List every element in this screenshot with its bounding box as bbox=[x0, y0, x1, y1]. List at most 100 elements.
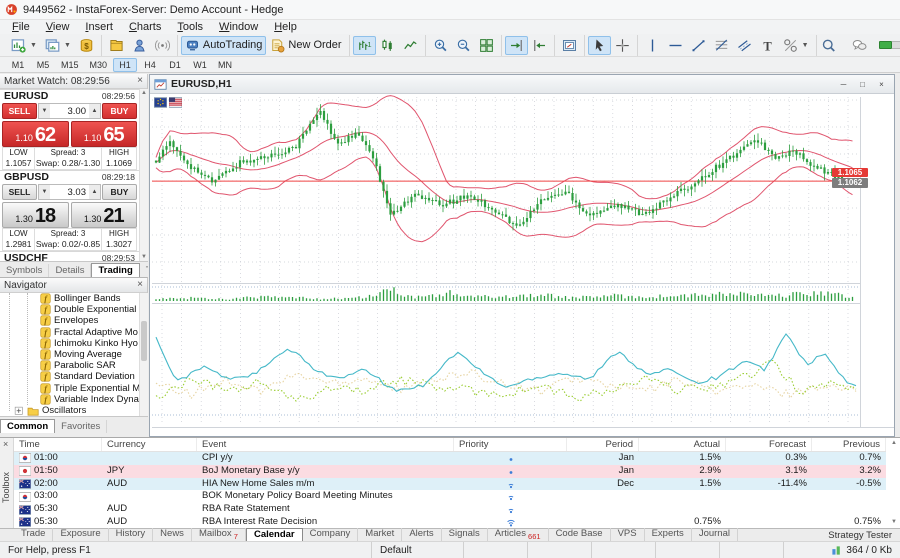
timeframe-m30[interactable]: M30 bbox=[85, 58, 113, 72]
navigator-item[interactable]: fTriple Exponential M bbox=[0, 383, 139, 394]
menu-item-window[interactable]: Window bbox=[211, 20, 266, 34]
scroll-up-icon[interactable]: ▲ bbox=[891, 440, 897, 446]
dropdown-caret-icon[interactable]: ▼ bbox=[64, 42, 71, 49]
menu-item-help[interactable]: Help bbox=[266, 20, 305, 34]
autoscroll-button[interactable] bbox=[505, 36, 528, 55]
menu-item-tools[interactable]: Tools bbox=[169, 20, 211, 34]
history-button[interactable]: $ bbox=[75, 36, 98, 55]
column-header-period[interactable]: Period bbox=[567, 438, 639, 451]
market-watch-tab-ticks[interactable]: Ticks bbox=[140, 264, 148, 277]
toolbox-tab-calendar[interactable]: Calendar bbox=[246, 528, 303, 541]
timeframe-w1[interactable]: W1 bbox=[188, 58, 212, 72]
volume-value[interactable]: 3.03 bbox=[50, 187, 89, 198]
hline-button[interactable] bbox=[664, 36, 687, 55]
stepper-down-icon[interactable]: ▼ bbox=[39, 104, 50, 118]
search-button[interactable] bbox=[817, 36, 840, 55]
navigator-item[interactable]: fBollinger Bands bbox=[0, 293, 139, 304]
table-row[interactable]: 01:00CPI y/yJan1.5%0.3%0.7% bbox=[14, 452, 886, 465]
buy-button[interactable]: BUY bbox=[102, 184, 137, 200]
menu-item-charts[interactable]: Charts bbox=[121, 20, 169, 34]
volume-value[interactable]: 3.00 bbox=[50, 106, 89, 117]
zoomout-button[interactable] bbox=[452, 36, 475, 55]
chat-button[interactable] bbox=[848, 36, 871, 55]
price-chart[interactable] bbox=[150, 94, 894, 436]
stepper-up-icon[interactable]: ▲ bbox=[89, 104, 100, 118]
calendar-scrollbar[interactable]: ▲ ▼ bbox=[888, 438, 900, 529]
close-icon[interactable]: × bbox=[3, 439, 8, 449]
timeframe-m5[interactable]: M5 bbox=[31, 58, 55, 72]
volume-stepper[interactable]: ▼3.03▲ bbox=[38, 184, 101, 200]
text-button[interactable]: T bbox=[756, 36, 779, 55]
sell-button[interactable]: SELL bbox=[2, 103, 37, 119]
timeframe-d1[interactable]: D1 bbox=[163, 58, 187, 72]
scrollbar-thumb[interactable] bbox=[141, 321, 147, 361]
close-icon[interactable]: × bbox=[873, 78, 890, 91]
profiles-button[interactable]: ▼ bbox=[41, 36, 75, 55]
sell-button[interactable]: SELL bbox=[2, 184, 37, 200]
navigator-item[interactable]: fIchimoku Kinko Hyo bbox=[0, 338, 139, 349]
market-watch-scrollbar[interactable]: ▲ ▼ bbox=[139, 89, 148, 261]
table-row[interactable]: 05:30AUDRBA Rate Statement bbox=[14, 503, 886, 516]
navigator-item[interactable]: fVariable Index Dyna bbox=[0, 394, 139, 405]
linechart-button[interactable] bbox=[399, 36, 422, 55]
timeframe-h4[interactable]: H4 bbox=[138, 58, 162, 72]
timeframe-h1[interactable]: H1 bbox=[113, 58, 137, 72]
scroll-down-icon[interactable]: ▼ bbox=[891, 519, 897, 525]
trend-button[interactable] bbox=[687, 36, 710, 55]
close-icon[interactable]: × bbox=[137, 280, 143, 290]
tile-button[interactable] bbox=[475, 36, 498, 55]
shift-button[interactable] bbox=[528, 36, 551, 55]
cursor-button[interactable] bbox=[588, 36, 611, 55]
market-watch-tab-symbols[interactable]: Symbols bbox=[0, 264, 49, 277]
dropdown-caret-icon[interactable]: ▼ bbox=[30, 42, 37, 49]
scroll-up-icon[interactable]: ▲ bbox=[141, 90, 147, 96]
channels-button[interactable] bbox=[733, 36, 756, 55]
navigator-item[interactable]: fMoving Average bbox=[0, 349, 139, 360]
navigator-item[interactable]: fDouble Exponential bbox=[0, 304, 139, 315]
column-header-actual[interactable]: Actual bbox=[639, 438, 726, 451]
close-icon[interactable]: × bbox=[137, 76, 143, 86]
signal-button[interactable] bbox=[151, 36, 174, 55]
column-header-currency[interactable]: Currency bbox=[102, 438, 197, 451]
order-button[interactable]: New Order bbox=[266, 36, 345, 55]
market-watch-tab-trading[interactable]: Trading bbox=[91, 263, 139, 277]
menu-item-insert[interactable]: Insert bbox=[77, 20, 121, 34]
navigator-tab-favorites[interactable]: Favorites bbox=[55, 420, 107, 433]
status-profile[interactable]: Default bbox=[372, 542, 464, 558]
buy-button[interactable]: BUY bbox=[102, 103, 137, 119]
navigator-scrollbar[interactable] bbox=[139, 293, 148, 416]
chart-window-titlebar[interactable]: EURUSD,H1 ─ □ × bbox=[150, 75, 894, 94]
zoomin-button[interactable] bbox=[429, 36, 452, 55]
column-header-event[interactable]: Event bbox=[197, 438, 454, 451]
candles-button[interactable] bbox=[376, 36, 399, 55]
crosshair-button[interactable] bbox=[611, 36, 634, 55]
stepper-up-icon[interactable]: ▲ bbox=[89, 185, 100, 199]
chart-area[interactable]: 1.1065 1.1062 bbox=[150, 94, 894, 436]
person-button[interactable] bbox=[128, 36, 151, 55]
symbol-row[interactable]: USDCHF08:29:53 bbox=[0, 251, 139, 261]
scroll-down-icon[interactable]: ▼ bbox=[141, 254, 147, 260]
column-header-priority[interactable]: Priority bbox=[454, 438, 567, 451]
navigator-item[interactable]: fStandard Deviation bbox=[0, 371, 139, 382]
shapes-button[interactable]: ▼ bbox=[779, 36, 813, 55]
navigator-folder-oscillators[interactable]: Oscillators bbox=[0, 405, 139, 416]
minimize-icon[interactable]: ─ bbox=[835, 78, 852, 91]
robot-button[interactable]: AutoTrading bbox=[181, 36, 267, 55]
table-row[interactable]: 02:00AUDHIA New Home Sales m/mDec1.5%-11… bbox=[14, 478, 886, 491]
dropdown-caret-icon[interactable]: ▼ bbox=[802, 42, 809, 49]
book-button[interactable] bbox=[105, 36, 128, 55]
fibo-button[interactable] bbox=[710, 36, 733, 55]
navigator-tab-common[interactable]: Common bbox=[0, 419, 55, 433]
timeframe-mn[interactable]: MN bbox=[213, 58, 237, 72]
timeframe-m15[interactable]: M15 bbox=[56, 58, 84, 72]
volume-stepper[interactable]: ▼3.00▲ bbox=[38, 103, 101, 119]
restore-icon[interactable]: □ bbox=[854, 78, 871, 91]
menu-item-file[interactable]: File bbox=[4, 20, 38, 34]
navigator-item[interactable]: fEnvelopes bbox=[0, 315, 139, 326]
vline-button[interactable] bbox=[641, 36, 664, 55]
table-row[interactable]: 03:00BOK Monetary Policy Board Meeting M… bbox=[14, 490, 886, 503]
navigator-item[interactable]: fParabolic SAR bbox=[0, 360, 139, 371]
symbol-row[interactable]: GBPUSD08:29:18 bbox=[0, 170, 139, 182]
table-row[interactable]: 01:50JPYBoJ Monetary Base y/yJan2.9%3.1%… bbox=[14, 465, 886, 478]
navigator-item[interactable]: fFractal Adaptive Mo bbox=[0, 327, 139, 338]
